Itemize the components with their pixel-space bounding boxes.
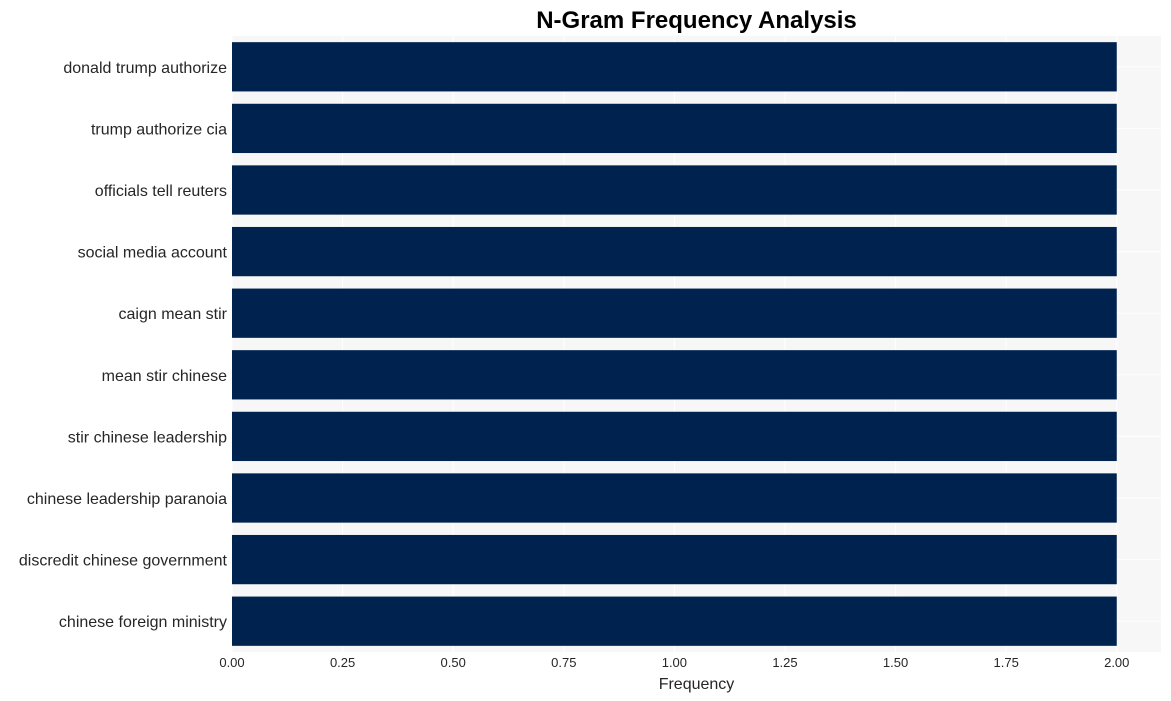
x-tick-label: 0.50	[441, 655, 466, 670]
x-tick-label: 1.25	[772, 655, 797, 670]
y-tick-label: caign mean stir	[119, 306, 228, 323]
bar	[232, 226, 1117, 277]
x-tick-label: 0.75	[551, 655, 576, 670]
y-axis-labels: donald trump authorize trump authorize ci…	[19, 60, 228, 631]
bar	[232, 42, 1117, 92]
y-tick-label: officials tell reuters	[95, 183, 227, 200]
x-tick-label: 1.50	[883, 655, 908, 670]
x-tick-label: 0.25	[330, 655, 355, 670]
x-axis-ticks: 0.00 0.25 0.50 0.75 1.00 1.25 1.50 1.75 2.00	[219, 655, 1129, 670]
y-tick-label: mean stir chinese	[102, 368, 227, 385]
y-tick-label: social media account	[78, 245, 228, 262]
y-tick-label: stir chinese leadership	[68, 429, 227, 446]
bar	[232, 165, 1117, 215]
y-tick-label: discredit chinese government	[19, 553, 228, 570]
x-tick-label: 1.00	[662, 655, 687, 670]
y-tick-label: donald trump authorize	[63, 60, 227, 77]
bar	[232, 103, 1117, 154]
bar	[232, 288, 1117, 338]
bar	[232, 411, 1117, 462]
bar	[232, 473, 1117, 523]
x-axis-label: Frequency	[659, 676, 735, 693]
x-tick-label: 0.00	[219, 655, 244, 670]
chart-title: N-Gram Frequency Analysis	[536, 7, 857, 34]
x-tick-label: 2.00	[1104, 655, 1129, 670]
y-tick-label: trump authorize cia	[91, 121, 227, 138]
x-tick-label: 1.75	[994, 655, 1019, 670]
ngram-frequency-chart: donald trump authorize trump authorize ci…	[19, 7, 1161, 693]
y-tick-label: chinese leadership paranoia	[27, 491, 227, 508]
y-tick-label: chinese foreign ministry	[59, 614, 227, 631]
bar	[232, 596, 1117, 646]
bar	[232, 350, 1117, 400]
bar	[232, 534, 1117, 585]
